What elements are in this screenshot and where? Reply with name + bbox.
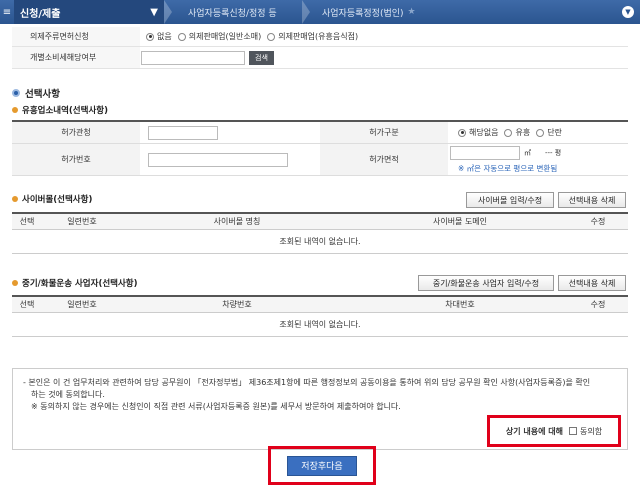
freight-input-button[interactable]: 중기/화물운송 사업자 입력/수정	[418, 275, 554, 291]
breadcrumb-menu[interactable]: 신청/제출 ▼	[14, 0, 164, 24]
field-label: 개별소비세해당여부	[12, 47, 140, 68]
subsection-title: 유흥업소내역(선택사항)	[12, 104, 108, 116]
column-header: 선택	[19, 300, 35, 309]
field-value: ㎡ --- 평 ※ ㎡은 자동으로 평으로 변환됨	[448, 144, 626, 175]
radio-entertainment[interactable]: 의제판매업(유흥음식점)	[267, 31, 358, 42]
grid-row: 허가번호 허가면적 ㎡ --- 평 ※ ㎡은 자동으로 평으로 변환됨	[12, 144, 628, 176]
breadcrumb-separator	[164, 0, 172, 24]
excise-input[interactable]	[141, 50, 245, 65]
empty-message: 조회된 내역이 없습니다.	[12, 230, 628, 254]
bullet-icon	[12, 89, 20, 97]
breadcrumb-label: 사업자등록정정(법인)	[322, 8, 404, 19]
radio-label: 없음	[157, 32, 172, 41]
permit-number-input[interactable]	[148, 152, 288, 167]
collapse-icon[interactable]: ▼	[622, 6, 634, 18]
dropdown-arrow-icon: ▼	[150, 6, 158, 18]
table-header: 선택 일련번호 차량번호 차대번호 수정	[12, 295, 628, 313]
save-highlight: 저장후다음	[268, 446, 376, 485]
star-icon[interactable]: ★	[408, 7, 416, 17]
cybermall-table: 선택 일련번호 사이버몰 명칭 사이버몰 도메인 수정 조회된 내역이 없습니다…	[12, 212, 628, 254]
column-header: 사이버몰 명칭	[213, 217, 261, 226]
consent-note: ※ 동의하지 않는 경우에는 신청인이 직접 관련 서류(사업자등록증 원본)를…	[31, 402, 401, 411]
radio-retail[interactable]: 의제판매업(일반소매)	[177, 31, 262, 42]
radio-none[interactable]: 해당없음	[458, 127, 498, 138]
field-label: 허가번호	[12, 144, 140, 175]
column-header: 선택	[19, 217, 35, 226]
consent-text: - 본인은 이 건 업무처리와 관련하여 담당 공무원이 「전자정부법」 제36…	[23, 378, 591, 387]
permit-office-input[interactable]	[148, 125, 218, 140]
freight-table: 선택 일련번호 차량번호 차대번호 수정 조회된 내역이 없습니다.	[12, 295, 628, 337]
radio-label: 의제판매업(유흥음식점)	[278, 32, 359, 41]
field-label: 허가면적	[320, 144, 448, 175]
agree-checkbox[interactable]	[569, 427, 577, 435]
field-value: 해당없음 유흥 단란	[448, 122, 628, 143]
field-label: 의제주류면허신청	[12, 27, 140, 46]
subsection-title: 중기/화물운송 사업자(선택사항)	[12, 277, 138, 289]
section-title: 선택사항	[12, 86, 60, 100]
breadcrumb-label: 사업자등록신청/정정 등	[188, 8, 277, 19]
search-button[interactable]: 검색	[249, 50, 274, 65]
subsection-title-text: 중기/화물운송 사업자(선택사항)	[22, 279, 138, 289]
radio-dot[interactable]	[267, 32, 276, 41]
field-value	[140, 122, 320, 143]
entertainment-grid: 허가관청 허가구분 해당없음 유흥 단란 허가번호 허가면적 ㎡ --- 평 ※…	[12, 120, 628, 176]
top-nav-bar: ≡ 신청/제출 ▼ 사업자등록신청/정정 등 사업자등록정정(법인) ★ ▼	[0, 0, 640, 24]
radio-label: 유흥	[515, 128, 531, 137]
unit-label: ㎡	[524, 148, 531, 157]
radio-dot[interactable]	[504, 128, 513, 137]
field-label: 허가관청	[12, 122, 140, 143]
column-header: 일련번호	[67, 300, 97, 309]
field-value	[140, 144, 320, 175]
column-header: 수정	[590, 300, 606, 309]
excise-row: 개별소비세해당여부 검색	[12, 47, 628, 69]
table-header: 선택 일련번호 사이버몰 명칭 사이버몰 도메인 수정	[12, 212, 628, 230]
consent-agree-box: 상기 내용에 대해 동의함	[487, 415, 621, 447]
subsection-title-text: 유흥업소내역(선택사항)	[22, 106, 108, 116]
radio-none[interactable]: 없음	[146, 31, 172, 42]
column-header: 사이버몰 도메인	[432, 217, 488, 226]
column-header: 차량번호	[222, 300, 252, 309]
unit-label: --- 평	[545, 148, 562, 157]
radio-dot[interactable]	[458, 128, 466, 137]
cybermall-input-button[interactable]: 사이버몰 입력/수정	[466, 192, 554, 208]
radio-entertainment[interactable]: 유흥	[504, 127, 530, 138]
section-title-text: 선택사항	[25, 89, 60, 100]
bullet-icon	[12, 196, 18, 202]
column-header: 수정	[590, 217, 606, 226]
menu-icon[interactable]: ≡	[0, 0, 14, 24]
radio-karaoke[interactable]: 단란	[536, 127, 562, 138]
cybermall-delete-button[interactable]: 선택내용 삭제	[558, 192, 626, 208]
breadcrumb-menu-label: 신청/제출	[20, 8, 61, 20]
radio-dot[interactable]	[146, 32, 154, 41]
agree-checkbox-label[interactable]: 동의함	[580, 426, 602, 437]
radio-label: 해당없음	[469, 128, 499, 137]
breadcrumb-item[interactable]: 사업자등록신청/정정 등	[172, 0, 302, 24]
permit-area-input[interactable]	[450, 145, 520, 160]
empty-message: 조회된 내역이 없습니다.	[12, 313, 628, 337]
area-note: ※ ㎡은 자동으로 평으로 변환됨	[458, 163, 558, 173]
consent-agree-label: 상기 내용에 대해	[505, 426, 563, 436]
breadcrumb-current[interactable]: 사업자등록정정(법인) ★	[310, 0, 416, 24]
save-next-button[interactable]: 저장후다음	[287, 455, 357, 476]
consent-text: 하는 것에 동의합니다.	[31, 390, 105, 399]
bullet-icon	[12, 107, 18, 113]
breadcrumb-separator	[302, 0, 310, 24]
grid-row: 허가관청 허가구분 해당없음 유흥 단란	[12, 122, 628, 144]
radio-label: 의제판매업(일반소매)	[188, 32, 262, 41]
field-label: 허가구분	[320, 122, 448, 143]
bullet-icon	[12, 280, 18, 286]
freight-delete-button[interactable]: 선택내용 삭제	[558, 275, 626, 291]
radio-dot[interactable]	[177, 32, 186, 41]
liquor-license-row: 의제주류면허신청 없음 의제판매업(일반소매) 의제판매업(유흥음식점)	[12, 27, 628, 47]
column-header: 일련번호	[67, 217, 97, 226]
radio-dot[interactable]	[536, 128, 545, 137]
subsection-title-text: 사이버몰(선택사항)	[22, 195, 93, 205]
column-header: 차대번호	[445, 300, 475, 309]
subsection-title: 사이버몰(선택사항)	[12, 193, 92, 205]
radio-label: 단란	[547, 128, 562, 137]
